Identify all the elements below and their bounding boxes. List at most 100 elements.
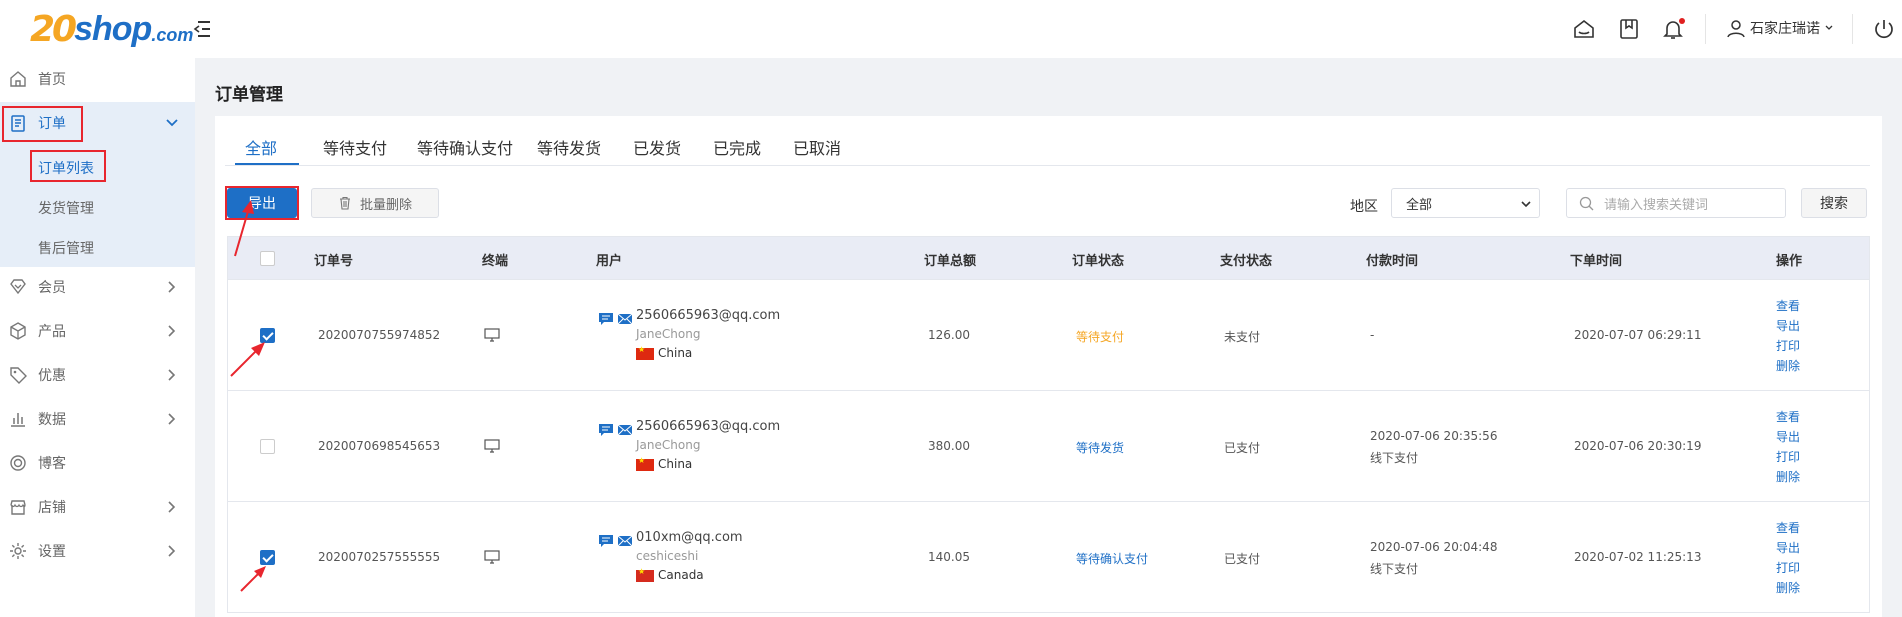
select-all-checkbox[interactable] xyxy=(260,251,275,266)
region-select[interactable]: 全部 xyxy=(1391,188,1540,218)
print-link[interactable]: 打印 xyxy=(1776,558,1800,578)
pay-time: 2020-07-06 20:04:48 xyxy=(1370,540,1498,554)
mail-icon[interactable] xyxy=(617,422,633,438)
row-checkbox[interactable] xyxy=(260,550,275,565)
power-icon[interactable] xyxy=(1872,17,1896,41)
sidebar-item-home[interactable]: 首页 xyxy=(0,60,195,98)
order-status: 等待支付 xyxy=(1076,330,1125,344)
home-icon[interactable] xyxy=(1572,17,1596,41)
divider xyxy=(1705,14,1706,44)
tab-awaiting-payment[interactable]: 等待支付 xyxy=(323,135,387,159)
chat-icon[interactable] xyxy=(598,533,614,549)
divider xyxy=(1852,14,1853,44)
logo-number: 20 xyxy=(30,8,77,50)
view-link[interactable]: 查看 xyxy=(1776,407,1800,427)
bookmark-icon[interactable] xyxy=(1617,17,1641,41)
region-label: 地区 xyxy=(1350,199,1378,215)
pay-time: - xyxy=(1370,328,1375,342)
order-no: 2020070755974852 xyxy=(318,328,441,342)
print-link[interactable]: 打印 xyxy=(1776,336,1800,356)
chat-icon[interactable] xyxy=(598,422,614,438)
sidebar-item-store[interactable]: 店铺 xyxy=(0,488,195,526)
row-actions: 查看 导出 打印 删除 xyxy=(1776,407,1800,487)
sidebar-sub-after-sales[interactable]: 售后管理 xyxy=(38,238,94,258)
view-link[interactable]: 查看 xyxy=(1776,296,1800,316)
pay-method: 线下支付 xyxy=(1370,562,1419,576)
chevron-down-icon xyxy=(1521,201,1531,208)
sidebar-item-data[interactable]: 数据 xyxy=(0,400,195,438)
logo[interactable]: 20 shop .com xyxy=(30,8,193,50)
tab-all[interactable]: 全部 xyxy=(245,135,277,159)
col-pay-time: 付款时间 xyxy=(1366,254,1419,269)
user-email: 2560665963@qq.com xyxy=(636,308,781,323)
box-icon xyxy=(10,322,26,340)
flag-icon xyxy=(636,567,654,582)
table-row: 2020070698545653 2560665963@qq.com JaneC… xyxy=(228,390,1869,501)
region-value: 全部 xyxy=(1406,197,1433,213)
row-checkbox[interactable] xyxy=(260,328,275,343)
export-link[interactable]: 导出 xyxy=(1776,316,1800,336)
search-icon xyxy=(1579,196,1594,210)
print-link[interactable]: 打印 xyxy=(1776,447,1800,467)
search-input[interactable]: 请输入搜索关键词 xyxy=(1566,188,1786,218)
sidebar-sub-shipping[interactable]: 发货管理 xyxy=(38,198,94,218)
delete-link[interactable]: 删除 xyxy=(1776,356,1800,376)
order-time: 2020-07-06 20:30:19 xyxy=(1574,439,1702,453)
order-time: 2020-07-02 11:25:13 xyxy=(1574,550,1702,564)
sidebar-item-label: 店铺 xyxy=(38,500,66,516)
sidebar-item-settings[interactable]: 设置 xyxy=(0,532,195,570)
export-link[interactable]: 导出 xyxy=(1776,427,1800,447)
desktop-icon xyxy=(484,328,500,342)
collapse-menu-icon[interactable] xyxy=(192,18,214,40)
tag-icon xyxy=(10,367,27,384)
user-icon xyxy=(1727,20,1745,38)
orders-table: 订单号 终端 用户 订单总额 订单状态 支付状态 付款时间 下单时间 操作 20… xyxy=(227,236,1870,613)
tab-awaiting-shipment[interactable]: 等待发货 xyxy=(537,135,601,159)
order-time: 2020-07-07 06:29:11 xyxy=(1574,328,1702,342)
tab-shipped[interactable]: 已发货 xyxy=(633,135,681,159)
highlight-box xyxy=(225,186,299,220)
sidebar: 首页 订单 订单列表 发货管理 售后管理 会员 产品 优惠 数据 博客 店铺 设… xyxy=(0,58,195,617)
chat-icon[interactable] xyxy=(598,311,614,327)
search-button[interactable]: 搜索 xyxy=(1801,188,1867,218)
active-tab-underline xyxy=(235,163,299,165)
order-total: 380.00 xyxy=(928,439,970,453)
view-link[interactable]: 查看 xyxy=(1776,518,1800,538)
sidebar-item-products[interactable]: 产品 xyxy=(0,312,195,350)
col-actions: 操作 xyxy=(1776,254,1803,269)
chevron-down-icon xyxy=(166,119,178,127)
row-actions: 查看 导出 打印 删除 xyxy=(1776,296,1800,376)
diamond-icon xyxy=(10,279,26,295)
sidebar-item-blog[interactable]: 博客 xyxy=(0,444,195,482)
search-placeholder: 请输入搜索关键词 xyxy=(1604,197,1709,213)
user-menu[interactable]: 石家庄瑞诺 xyxy=(1726,18,1834,38)
pay-status: 已支付 xyxy=(1224,441,1261,455)
sidebar-item-label: 博客 xyxy=(38,456,66,472)
user-country: China xyxy=(658,346,693,360)
notification-dot xyxy=(1679,18,1685,24)
sidebar-item-promotions[interactable]: 优惠 xyxy=(0,356,195,394)
tab-completed[interactable]: 已完成 xyxy=(713,135,761,159)
user-country: Canada xyxy=(658,568,704,582)
sidebar-item-label: 优惠 xyxy=(38,368,66,384)
delete-link[interactable]: 删除 xyxy=(1776,578,1800,598)
status-tabs: 全部 等待支付 等待确认支付 等待发货 已发货 已完成 已取消 xyxy=(225,116,1870,166)
table-header: 订单号 终端 用户 订单总额 订单状态 支付状态 付款时间 下单时间 操作 xyxy=(228,237,1869,279)
page-title: 订单管理 xyxy=(215,85,283,105)
row-checkbox[interactable] xyxy=(260,439,275,454)
tab-awaiting-confirm[interactable]: 等待确认支付 xyxy=(417,135,513,159)
chevron-right-icon xyxy=(168,369,176,381)
export-link[interactable]: 导出 xyxy=(1776,538,1800,558)
col-order-no: 订单号 xyxy=(314,254,354,269)
user-name: ceshiceshi xyxy=(636,549,699,563)
scrollbar[interactable] xyxy=(1897,58,1902,617)
sidebar-item-members[interactable]: 会员 xyxy=(0,268,195,306)
bulk-delete-button[interactable]: 批量删除 xyxy=(311,188,439,218)
tab-cancelled[interactable]: 已取消 xyxy=(793,135,841,159)
user-cell: 2560665963@qq.com JaneChong China xyxy=(636,419,780,471)
mail-icon[interactable] xyxy=(617,311,633,327)
logo-com: .com xyxy=(151,24,194,45)
mail-icon[interactable] xyxy=(617,533,633,549)
col-order-time: 下单时间 xyxy=(1570,254,1623,269)
delete-link[interactable]: 删除 xyxy=(1776,467,1800,487)
